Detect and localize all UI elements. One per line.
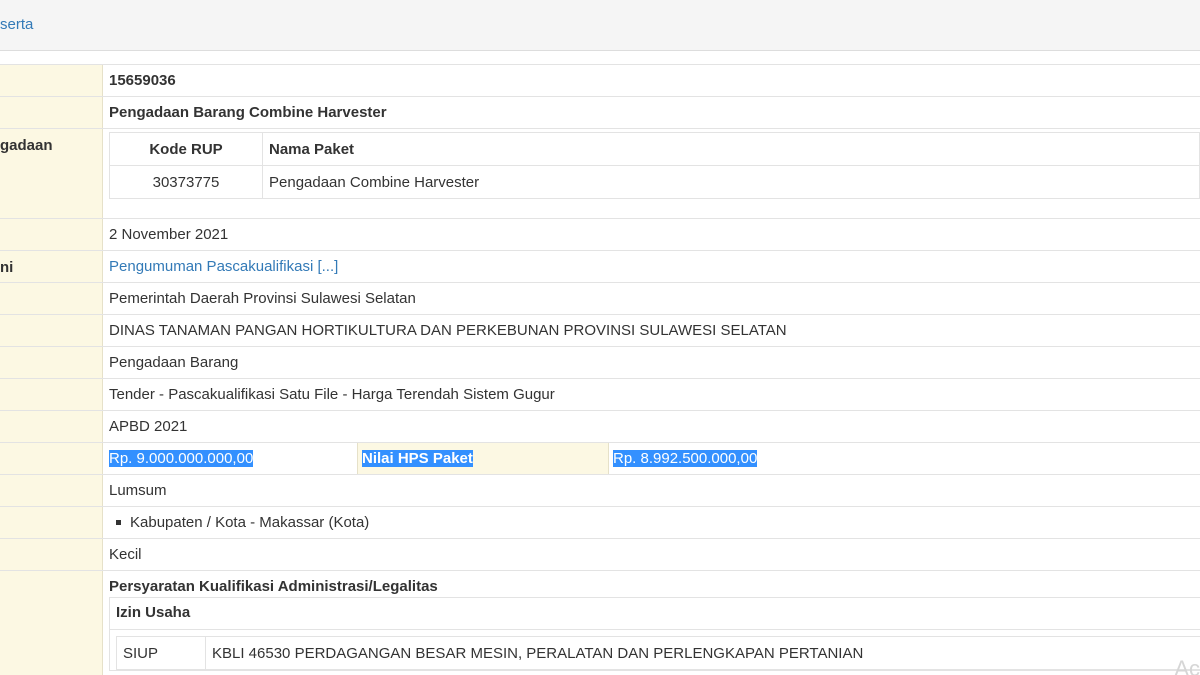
row-kualifikasi-usaha: Kecil	[0, 539, 1200, 571]
nama-paket-cell: Pengadaan Combine Harvester	[262, 165, 1200, 199]
row-label	[0, 507, 103, 538]
rup-label: gadaan	[0, 137, 53, 154]
tahap-link[interactable]: Pengumuman Pascakualifikasi [...]	[109, 258, 1200, 275]
row-satker: DINAS TANAMAN PANGAN HORTIKULTURA DAN PE…	[0, 315, 1200, 347]
kode-tender-value: 15659036	[109, 72, 176, 89]
table-row: 30373775 Pengadaan Combine Harvester	[109, 165, 1200, 199]
row-rup: gadaan Kode RUP Nama Paket 30373775 Peng…	[0, 129, 1200, 219]
row-label: ni	[0, 251, 103, 282]
row-label	[0, 411, 103, 442]
hps-value-cell: Rp. 8.992.500.000,00	[613, 450, 1200, 467]
row-label	[0, 571, 103, 675]
row-label	[0, 219, 103, 250]
izin-jenis-cell: SIUP	[116, 636, 206, 670]
row-kategori: Pengadaan Barang	[0, 347, 1200, 379]
kategori-value: Pengadaan Barang	[109, 354, 239, 371]
hps-label: Nilai HPS Paket	[362, 450, 473, 467]
row-metode: Tender - Pascakualifikasi Satu File - Ha…	[0, 379, 1200, 411]
nama-tender-value: Pengadaan Barang Combine Harvester	[109, 104, 387, 121]
row-label	[0, 475, 103, 506]
row-label	[0, 97, 103, 128]
izin-usaha-title: Izin Usaha	[110, 598, 1200, 630]
hps-value: Rp. 8.992.500.000,00	[613, 450, 758, 467]
kualifikasi-value: Kecil	[109, 546, 142, 563]
top-bar: serta	[0, 0, 1200, 51]
rup-table: Kode RUP Nama Paket 30373775 Pengadaan C…	[109, 132, 1200, 199]
row-kontrak: Lumsum	[0, 475, 1200, 507]
lokasi-list-item: Kabupaten / Kota - Makassar (Kota)	[113, 514, 1200, 531]
row-label	[0, 283, 103, 314]
izin-klasifikasi-cell: KBLI 46530 PERDAGANGAN BESAR MESIN, PERA…	[205, 636, 1200, 670]
metode-value: Tender - Pascakualifikasi Satu File - Ha…	[109, 386, 555, 403]
instansi-value: Pemerintah Daerah Provinsi Sulawesi Sela…	[109, 290, 416, 307]
column-header-kode-rup: Kode RUP	[109, 132, 263, 166]
tahap-label: ni	[0, 259, 14, 276]
row-nama-tender: Pengadaan Barang Combine Harvester	[0, 97, 1200, 129]
row-label	[0, 443, 103, 474]
kontrak-value: Lumsum	[109, 482, 167, 499]
row-label	[0, 65, 103, 96]
row-lokasi: Kabupaten / Kota - Makassar (Kota)	[0, 507, 1200, 539]
anggaran-value: APBD 2021	[109, 418, 188, 435]
bullet-icon	[116, 519, 121, 525]
row-syarat: Persyaratan Kualifikasi Administrasi/Leg…	[0, 571, 1200, 675]
row-kode-tender: 15659036	[0, 65, 1200, 97]
row-pagu-hps: Rp. 9.000.000.000,00 Nilai HPS Paket Rp.…	[0, 443, 1200, 475]
table-row: SIUP KBLI 46530 PERDAGANGAN BESAR MESIN,…	[116, 636, 1200, 670]
lokasi-value: Kabupaten / Kota - Makassar (Kota)	[130, 514, 370, 531]
row-label	[0, 379, 103, 410]
izin-usaha-table: SIUP KBLI 46530 PERDAGANGAN BESAR MESIN,…	[116, 636, 1200, 670]
tab-peserta[interactable]: serta	[0, 16, 33, 33]
watermark-text: Ac	[1174, 656, 1200, 675]
tanggal-value: 2 November 2021	[109, 226, 229, 243]
satker-value: DINAS TANAMAN PANGAN HORTIKULTURA DAN PE…	[109, 322, 787, 339]
pagu-value: Rp. 9.000.000.000,00	[109, 450, 254, 467]
table-header-row: Kode RUP Nama Paket	[109, 132, 1200, 166]
row-label	[0, 315, 103, 346]
row-label	[0, 347, 103, 378]
row-tahap: ni Pengumuman Pascakualifikasi [...]	[0, 251, 1200, 283]
tender-detail-table: 15659036 Pengadaan Barang Combine Harves…	[0, 64, 1200, 675]
row-label	[0, 539, 103, 570]
syarat-title: Persyaratan Kualifikasi Administrasi/Leg…	[109, 578, 438, 595]
row-instansi: Pemerintah Daerah Provinsi Sulawesi Sela…	[0, 283, 1200, 315]
row-label: gadaan	[0, 129, 103, 218]
column-header-nama-paket: Nama Paket	[262, 132, 1200, 166]
spacer	[0, 51, 1200, 65]
hps-label-cell: Nilai HPS Paket	[357, 443, 609, 474]
kode-rup-cell: 30373775	[109, 165, 263, 199]
row-tanggal: 2 November 2021	[0, 219, 1200, 251]
row-anggaran: APBD 2021	[0, 411, 1200, 443]
izin-usaha-box: Izin Usaha SIUP KBLI 46530 PERDAGANGAN B…	[109, 597, 1200, 671]
